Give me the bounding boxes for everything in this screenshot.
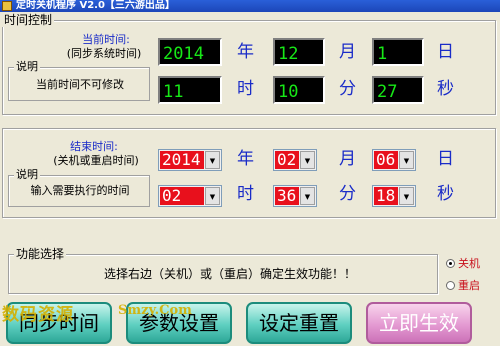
end-time-label: 结束时间: xyxy=(70,140,118,153)
current-day-unit: 日 xyxy=(437,42,454,62)
window-title: 定时关机程序 V2.0【三六游出品】 xyxy=(16,0,175,11)
apply-now-button[interactable]: 立即生效 xyxy=(366,302,472,344)
current-minute-unit: 分 xyxy=(339,79,356,99)
end-year-select[interactable]: 2014 ▼ xyxy=(158,149,222,171)
chevron-down-icon[interactable]: ▼ xyxy=(399,187,414,205)
chevron-down-icon[interactable]: ▼ xyxy=(300,151,315,169)
chevron-down-icon[interactable]: ▼ xyxy=(399,151,414,169)
end-minute-value: 36 xyxy=(275,187,299,205)
current-second-unit: 秒 xyxy=(437,79,454,99)
end-year-unit: 年 xyxy=(237,149,254,169)
current-time-note-legend: 说明 xyxy=(14,60,40,73)
end-time-note: 输入需要执行的时间 xyxy=(30,184,130,197)
current-day-display: 1 xyxy=(372,38,424,66)
current-year-display: 2014 xyxy=(158,38,222,66)
end-day-value: 06 xyxy=(374,151,398,169)
end-month-select[interactable]: 02 ▼ xyxy=(273,149,317,171)
chevron-down-icon[interactable]: ▼ xyxy=(205,151,220,169)
current-year-unit: 年 xyxy=(237,42,254,62)
watermark-url: Smzy.Com xyxy=(118,303,192,318)
end-minute-unit: 分 xyxy=(339,184,356,204)
end-second-value: 18 xyxy=(374,187,398,205)
current-hour-unit: 时 xyxy=(237,79,254,99)
current-time-label: 当前时间: xyxy=(82,33,130,46)
current-hour-display: 11 xyxy=(158,76,222,104)
current-time-sublabel: (同步系统时间) xyxy=(66,47,142,60)
reset-settings-button[interactable]: 设定重置 xyxy=(246,302,352,344)
end-month-value: 02 xyxy=(275,151,299,169)
end-hour-value: 02 xyxy=(160,187,204,205)
shutdown-radio-label: 关机 xyxy=(458,257,480,270)
end-hour-select[interactable]: 02 ▼ xyxy=(158,185,222,207)
current-time-note: 当前时间不可修改 xyxy=(36,78,124,91)
end-month-unit: 月 xyxy=(339,149,356,169)
current-month-unit: 月 xyxy=(339,42,356,62)
end-time-note-legend: 说明 xyxy=(14,168,40,181)
current-second-display: 27 xyxy=(372,76,424,104)
current-minute-display: 10 xyxy=(273,76,325,104)
chevron-down-icon[interactable]: ▼ xyxy=(300,187,315,205)
end-second-unit: 秒 xyxy=(437,184,454,204)
chevron-down-icon[interactable]: ▼ xyxy=(205,187,220,205)
title-bar: 定时关机程序 V2.0【三六游出品】 xyxy=(0,0,500,12)
function-instruction: 选择右边（关机）或（重启）确定生效功能！！ xyxy=(103,267,356,281)
end-minute-select[interactable]: 36 ▼ xyxy=(273,185,317,207)
radio-unchecked-icon xyxy=(446,281,455,290)
end-hour-unit: 时 xyxy=(237,184,254,204)
function-legend: 功能选择 xyxy=(14,247,67,261)
end-year-value: 2014 xyxy=(160,151,204,169)
restart-radio-label: 重启 xyxy=(458,279,480,292)
current-month-display: 12 xyxy=(273,38,325,66)
app-icon xyxy=(2,1,12,11)
watermark-logo: 数码资源 xyxy=(2,305,74,325)
end-time-sublabel: (关机或重启时间) xyxy=(53,154,139,167)
end-day-select[interactable]: 06 ▼ xyxy=(372,149,416,171)
shutdown-radio[interactable]: 关机 xyxy=(446,257,480,270)
time-control-legend: 时间控制 xyxy=(2,13,55,27)
end-day-unit: 日 xyxy=(437,149,454,169)
restart-radio[interactable]: 重启 xyxy=(446,279,480,292)
radio-checked-icon xyxy=(446,259,455,268)
end-second-select[interactable]: 18 ▼ xyxy=(372,185,416,207)
